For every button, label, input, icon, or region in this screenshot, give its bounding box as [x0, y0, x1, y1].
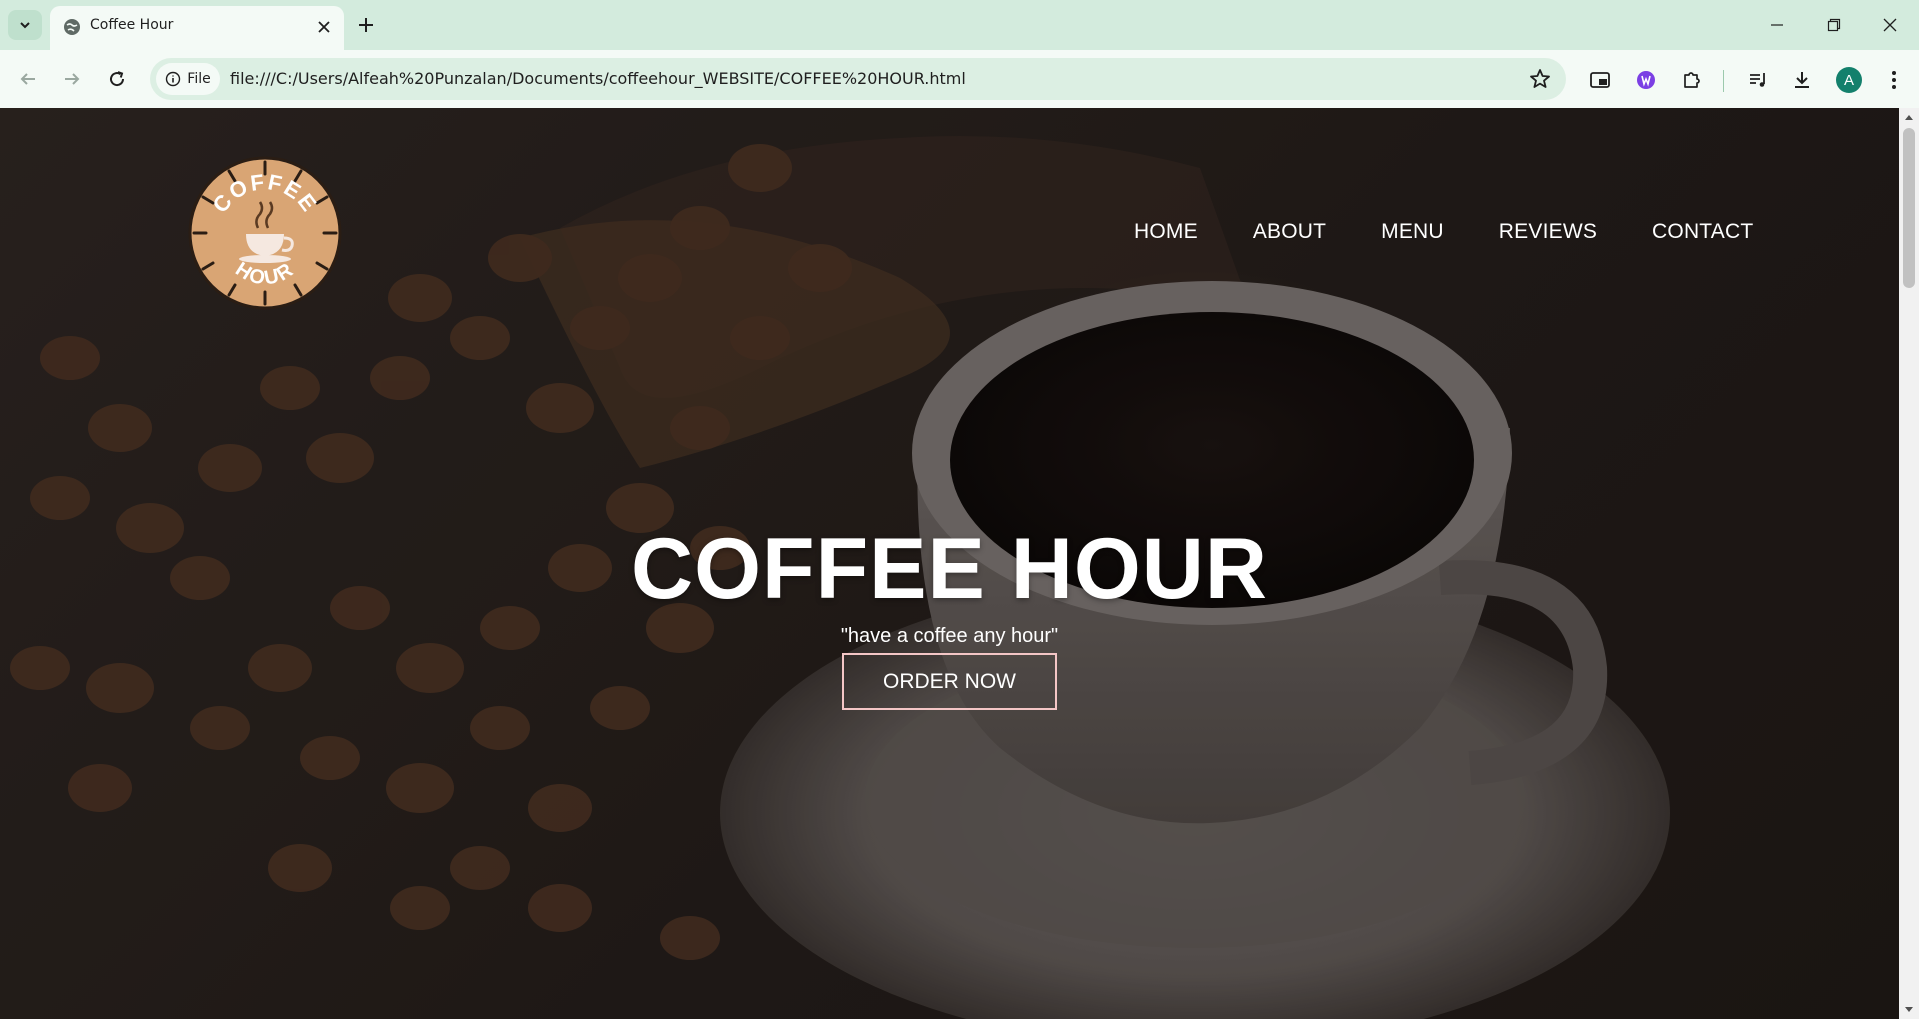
- minimize-button[interactable]: [1763, 12, 1791, 38]
- nav-link-reviews[interactable]: REVIEWS: [1499, 220, 1597, 244]
- info-icon: [166, 71, 181, 87]
- new-tab-plus-icon[interactable]: [354, 13, 378, 37]
- extension-purple-button[interactable]: [1632, 66, 1660, 94]
- tab-search-button[interactable]: [8, 10, 42, 40]
- restore-button[interactable]: [1820, 12, 1848, 38]
- download-icon: [1795, 72, 1809, 88]
- picture-in-picture-icon: [1590, 72, 1610, 88]
- back-button[interactable]: [12, 63, 44, 95]
- forward-button[interactable]: [56, 63, 88, 95]
- profile-initial: A: [1843, 71, 1854, 89]
- nav-link-about[interactable]: ABOUT: [1253, 220, 1326, 244]
- close-icon[interactable]: [314, 17, 334, 37]
- media-queue-icon: [1750, 73, 1765, 87]
- page-scrollbar[interactable]: [1899, 108, 1919, 1019]
- hero-subtitle: "have a coffee any hour": [840, 625, 1059, 647]
- nav-link-contact[interactable]: CONTACT: [1652, 220, 1753, 244]
- url-text[interactable]: file:///C:/Users/Alfeah%20Punzalan/Docum…: [230, 69, 966, 88]
- file-chip-label: File: [187, 71, 211, 87]
- site-info-chip[interactable]: File: [156, 63, 220, 95]
- browser-toolbar: File file:///C:/Users/Alfeah%20Punzalan/…: [0, 50, 1919, 108]
- extension-logo-icon: [1637, 71, 1655, 89]
- minimize-icon: [1771, 24, 1783, 26]
- nav-link-menu[interactable]: MENU: [1381, 220, 1444, 244]
- coffee-hour-logo[interactable]: COFFEE HOUR: [188, 156, 342, 310]
- scroll-thumb[interactable]: [1903, 128, 1915, 288]
- chevron-down-icon: [20, 22, 30, 29]
- close-window-button[interactable]: [1876, 12, 1904, 38]
- hero-title: COFFEE HOUR: [631, 521, 1268, 617]
- address-bar[interactable]: File file:///C:/Users/Alfeah%20Punzalan/…: [150, 58, 1566, 100]
- browser-menu-button[interactable]: [1880, 66, 1908, 94]
- globe-icon: [64, 19, 80, 35]
- kebab-menu-icon: [1892, 71, 1896, 89]
- reload-icon: [110, 71, 125, 87]
- arrow-right-icon: [65, 73, 80, 85]
- browser-tab[interactable]: Coffee Hour: [50, 6, 344, 50]
- arrow-left-icon: [20, 73, 35, 85]
- toolbar-separator: [1723, 70, 1724, 92]
- close-window-icon: [1883, 18, 1897, 32]
- media-controls-button[interactable]: [1744, 66, 1772, 94]
- nav-link-home[interactable]: HOME: [1134, 220, 1198, 244]
- restore-icon: [1827, 18, 1841, 32]
- scroll-down-arrow-icon[interactable]: [1903, 1005, 1915, 1015]
- browser-title-bar: Coffee Hour: [0, 0, 1919, 50]
- order-now-button[interactable]: ORDER NOW: [842, 653, 1057, 710]
- downloads-button[interactable]: [1788, 66, 1816, 94]
- picture-in-picture-button[interactable]: [1586, 66, 1614, 94]
- reload-button[interactable]: [101, 63, 133, 95]
- scroll-up-arrow-icon[interactable]: [1903, 112, 1915, 122]
- page-viewport: COFFEE HOUR HOME ABOUT MENU REVIEWS CONT…: [0, 108, 1899, 1019]
- main-nav: HOME ABOUT MENU REVIEWS CONTACT: [1134, 220, 1753, 244]
- tab-title: Coffee Hour: [90, 17, 174, 33]
- puzzle-piece-icon: [1684, 72, 1700, 88]
- bookmark-star-icon[interactable]: [1528, 67, 1552, 91]
- profile-avatar[interactable]: A: [1836, 67, 1862, 93]
- extensions-button[interactable]: [1678, 66, 1706, 94]
